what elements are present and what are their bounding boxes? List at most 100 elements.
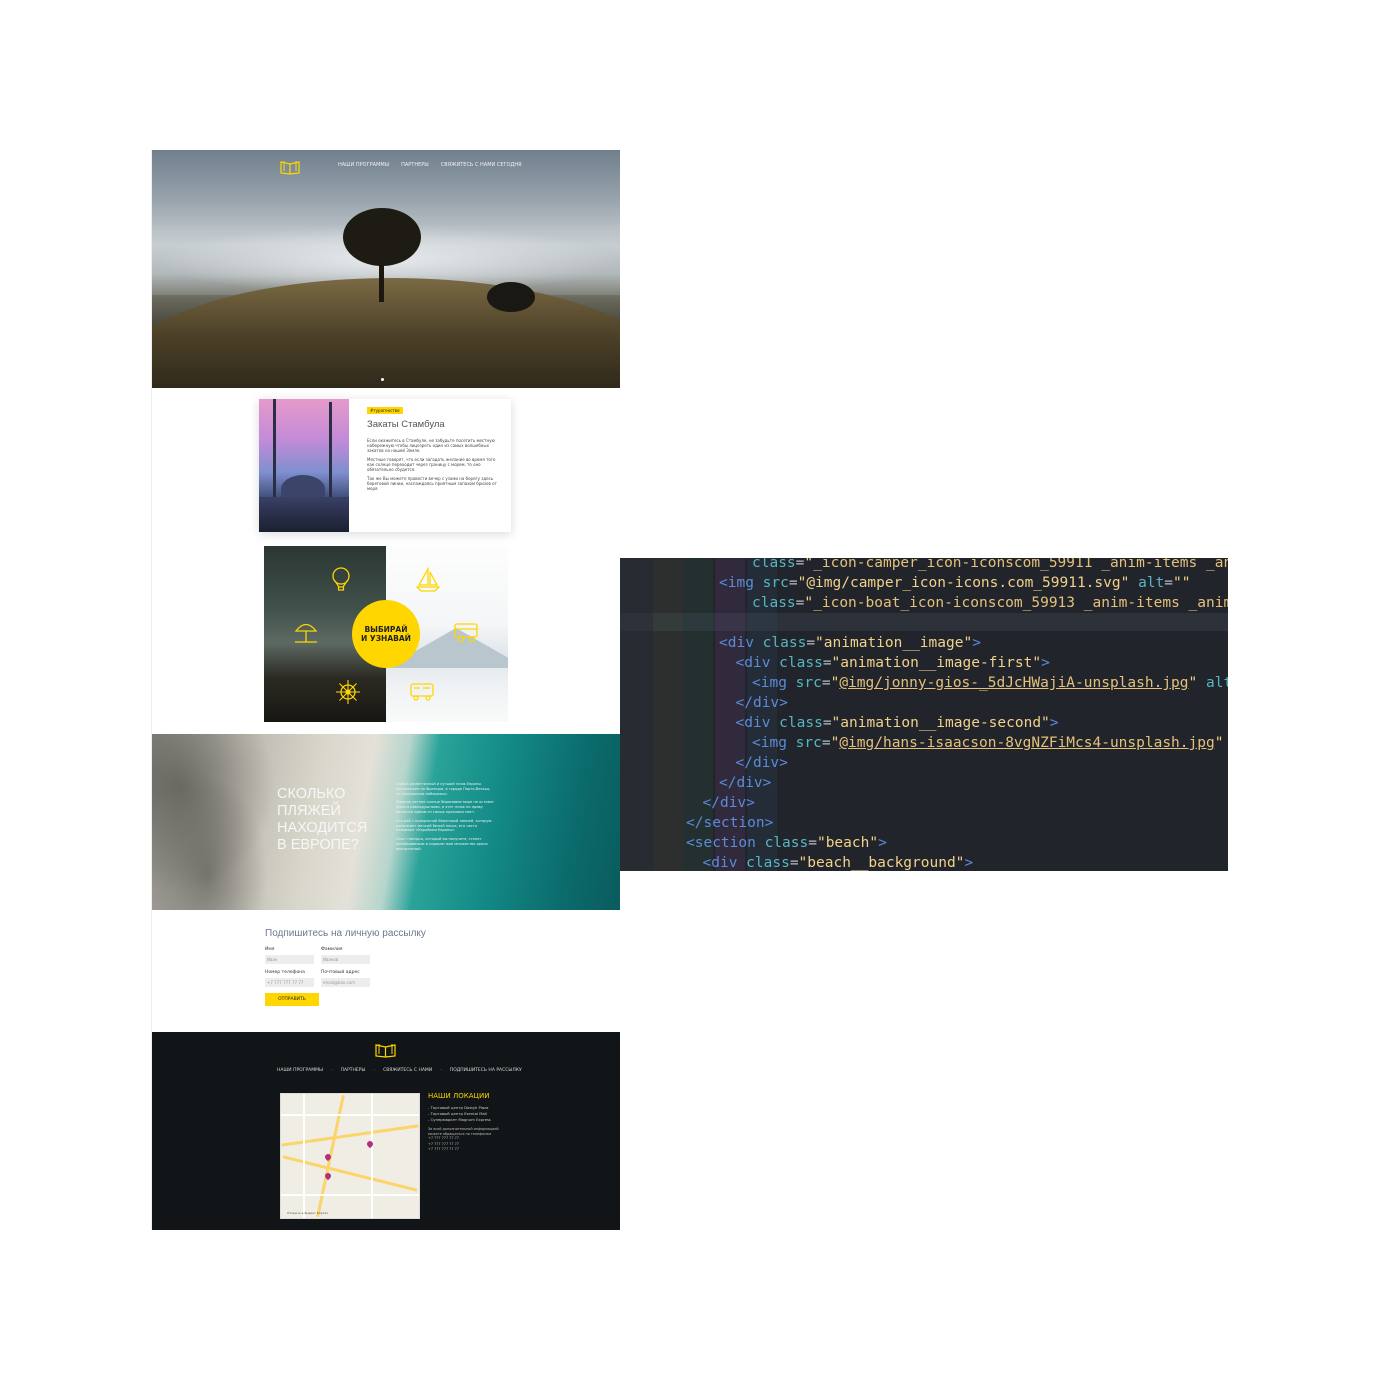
beach-heading: Сколько пляжей находится в Европе? [277, 786, 368, 853]
istanbul-card: #турагенство Закаты Стамбула Если окажит… [259, 399, 511, 532]
code-line[interactable]: </div> [653, 773, 1228, 793]
submit-button[interactable]: Отправить [265, 993, 319, 1006]
code-token: = [788, 575, 798, 591]
slider-dot[interactable] [381, 378, 384, 381]
code-line[interactable]: <div class="animation__image-first"> [653, 653, 1228, 673]
code-line[interactable]: class="_icon-camper_icon-iconscom_59911 … [653, 558, 1228, 573]
code-token: " [804, 595, 814, 611]
footer-link-programs[interactable]: Наши программы [277, 1068, 323, 1073]
code-token: _anim-items [1083, 595, 1180, 611]
nav-separator: - [373, 1068, 376, 1073]
nav-link-contact[interactable]: Свяжитесь с нами сегодня [441, 162, 522, 168]
code-token: "beach" [816, 835, 879, 851]
name-field: Имя Иван [265, 947, 315, 964]
code-token: = [806, 635, 816, 651]
code-token: <div [735, 655, 780, 671]
footer-link-contact[interactable]: Свяжитесь с нами [383, 1068, 432, 1073]
code-token: <div [719, 635, 763, 651]
code-lines[interactable]: class="_icon-camper_icon-iconscom_59911 … [653, 558, 1228, 871]
footer-link-partners[interactable]: Партнеры [341, 1068, 366, 1073]
code-token: " [1188, 675, 1198, 691]
footer-link-subscribe[interactable]: Подпишитесь на рассылку [450, 1068, 522, 1073]
footer-nav: Наши программы - Партнеры - Свяжитесь с … [277, 1068, 522, 1073]
code-line[interactable]: <section class="beach"> [653, 833, 1228, 853]
beach-text: Самый романтичный и лучший пляж Европы р… [396, 782, 494, 856]
code-token: @img/jonny-gios-_5dJcHWajiA-unsplash.jpg [839, 675, 1189, 691]
phone-number[interactable]: +7 777 777 77 77 [428, 1147, 508, 1153]
nav-link-partners[interactable]: Партнеры [401, 162, 429, 168]
ship-wheel-icon [336, 680, 360, 704]
code-line[interactable]: </section> [653, 813, 1228, 833]
card-tag[interactable]: #турагенство [367, 407, 403, 414]
code-token: > [964, 855, 974, 871]
code-token: </div> [719, 775, 772, 791]
code-line[interactable]: <img src= "@img/jonny-gios-_5dJcHWajiA-un… [653, 673, 1228, 693]
code-token: src [795, 675, 822, 691]
choose-circle-text: Выбирай и узнавай [361, 625, 411, 643]
email-field: Почтовый адрес email@box.com [321, 970, 371, 987]
code-token: alt [1206, 675, 1228, 691]
beach-paragraph: Опыт поездки, который вы получите, стане… [396, 837, 488, 851]
code-token: = [822, 715, 832, 731]
surname-input[interactable]: Иванов [321, 955, 370, 964]
phone-label: Номер телефона [265, 970, 305, 975]
istanbul-photo [259, 399, 349, 532]
line-gutter [620, 558, 653, 871]
email-input[interactable]: email@box.com [321, 978, 370, 987]
code-line[interactable]: <div class="beach__background"> [653, 853, 1228, 871]
name-input[interactable]: Иван [265, 955, 314, 964]
code-token: <img [719, 575, 763, 591]
code-line[interactable]: </div> [653, 693, 1228, 713]
beach-paragraph: Жаркое летнее солнце бирюзовое море не о… [396, 800, 494, 814]
bus-icon [410, 683, 434, 701]
form-row: Номер телефона +7 777 777 77 77 Почтовый… [265, 970, 525, 987]
code-token: class [779, 655, 823, 671]
locations-note: За всей дополнительной информацией может… [428, 1127, 499, 1136]
beach-umbrella-icon [294, 623, 318, 643]
code-token: class [762, 635, 807, 651]
code-line[interactable] [653, 613, 1228, 633]
website-mockup: Наши программы Партнеры Свяжитесь с нами… [151, 150, 620, 1230]
book-logo-icon[interactable] [280, 159, 300, 175]
choose-circle-line2: и узнавай [361, 634, 411, 643]
code-token: "@img/camper_icon-icons.com_59911.svg" [797, 575, 1130, 591]
code-line[interactable]: </div> [653, 793, 1228, 813]
code-token: _anim-items [1101, 558, 1198, 571]
card-text: Если окажитесь в Стамбуле, не забудьте п… [367, 438, 503, 495]
code-token: _anim-no [1205, 558, 1228, 571]
code-line[interactable]: <div class="animation__image"> [653, 633, 1228, 653]
locations-title: Наши локации [428, 1092, 490, 1100]
code-token: = [789, 855, 799, 871]
card-paragraph: Местные говорят, что если загадать желан… [367, 457, 496, 472]
email-label: Почтовый адрес [321, 970, 360, 975]
code-token: = [822, 655, 832, 671]
code-token: > [878, 835, 887, 851]
code-line[interactable]: </div> [653, 753, 1228, 773]
code-token: > [1041, 655, 1050, 671]
code-token: _anim-no-h [1188, 595, 1228, 611]
code-line[interactable]: class="_icon-boat_icon-iconscom_59913 _a… [653, 593, 1228, 613]
map-attribution[interactable]: Открыть в Яндекс Картах [287, 1211, 328, 1215]
code-line[interactable]: <div class="animation__image-second"> [653, 713, 1228, 733]
code-token: class [752, 558, 796, 571]
code-token: class [779, 715, 823, 731]
code-token: _icon-boat_icon-iconscom_59913 [813, 595, 1076, 611]
locations-map[interactable]: Открыть в Яндекс Картах [280, 1093, 420, 1219]
card-paragraph: Так же Вы можете провести вечер с узами … [367, 476, 497, 491]
camper-icon [454, 623, 478, 643]
code-token: src [795, 735, 822, 751]
code-token: a [1223, 735, 1228, 751]
choose-circle-badge[interactable]: Выбирай и узнавай [352, 600, 420, 668]
phone-input[interactable]: +7 777 777 77 77 [265, 978, 314, 987]
nav-link-programs[interactable]: Наши программы [338, 162, 389, 168]
code-token: = [1164, 575, 1173, 591]
code-token: </div> [735, 695, 788, 711]
code-token: "animation__image-second" [831, 715, 1050, 731]
code-line[interactable]: <img src="@img/hans-isaacson-8vgNZFiMcs4… [653, 733, 1228, 753]
choose-section: Выбирай и узнавай [264, 546, 508, 722]
book-logo-icon[interactable] [375, 1042, 396, 1058]
phone-field: Номер телефона +7 777 777 77 77 [265, 970, 315, 987]
code-line[interactable]: <img src="@img/camper_icon-icons.com_599… [653, 573, 1228, 593]
